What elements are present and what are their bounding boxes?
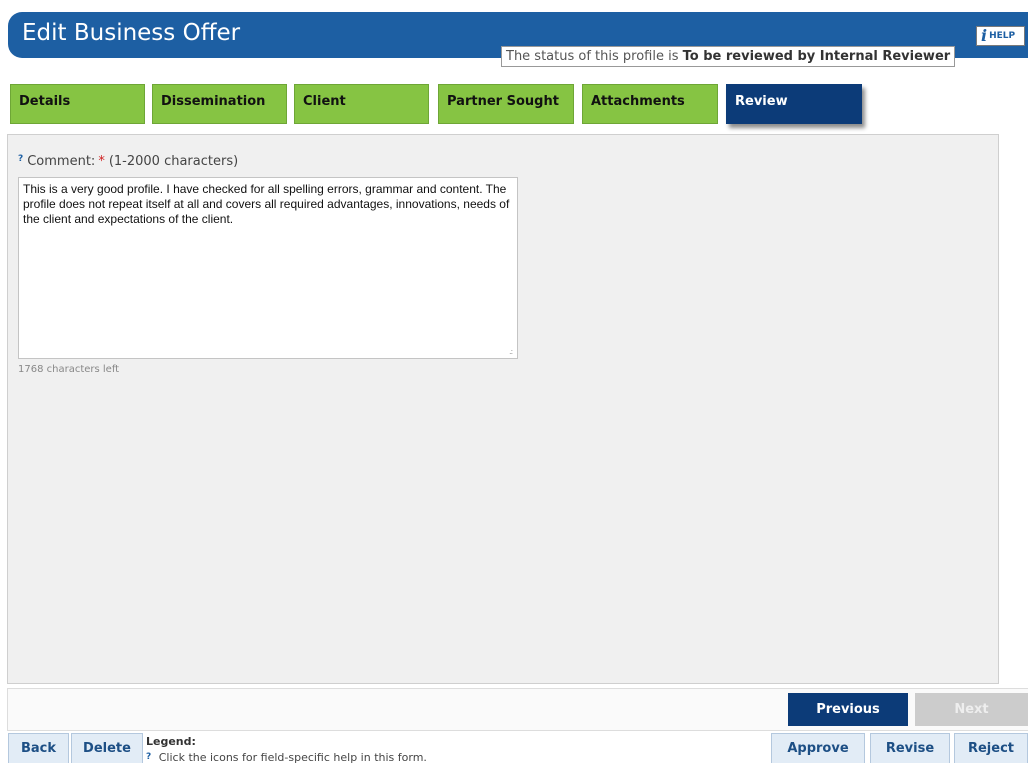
profile-status: The status of this profile is To be revi… — [501, 46, 956, 67]
help-button[interactable]: i HELP — [976, 26, 1025, 46]
tab-details[interactable]: Details — [10, 84, 145, 124]
back-button[interactable]: Back — [8, 733, 69, 763]
legend-question-icon: ? — [146, 752, 152, 762]
resize-grip-icon[interactable]: .: — [509, 347, 513, 356]
review-panel: ? Comment: * (1-2000 characters) This is… — [7, 134, 999, 684]
tab-review[interactable]: Review — [726, 84, 862, 124]
tab-dissemination[interactable]: Dissemination — [152, 84, 287, 124]
revise-button[interactable]: Revise — [870, 733, 950, 763]
characters-left-counter: 1768 characters left — [18, 364, 120, 375]
comment-label: Comment: — [27, 154, 96, 169]
page-title: Edit Business Offer — [22, 20, 241, 46]
status-prefix: The status of this profile is — [506, 49, 683, 64]
help-question-icon[interactable]: ? — [18, 154, 23, 164]
char-range-hint: (1-2000 characters) — [108, 154, 239, 169]
help-label: HELP — [989, 31, 1016, 41]
status-value: To be reviewed by Internal Reviewer — [682, 49, 951, 64]
tab-attachments[interactable]: Attachments — [582, 84, 718, 124]
next-button[interactable]: Next — [915, 693, 1028, 726]
tab-partner-sought[interactable]: Partner Sought — [438, 84, 574, 124]
comment-textarea[interactable]: This is a very good profile. I have chec… — [18, 177, 518, 359]
required-marker: * — [98, 154, 105, 169]
legend-title: Legend: — [146, 735, 196, 748]
delete-button[interactable]: Delete — [71, 733, 143, 763]
comment-label-row: ? Comment: * (1-2000 characters) — [18, 154, 239, 170]
reject-button[interactable]: Reject — [954, 733, 1028, 763]
approve-button[interactable]: Approve — [771, 733, 865, 763]
info-icon: i — [981, 26, 988, 45]
legend-text: Click the icons for field-specific help … — [158, 751, 427, 764]
previous-button[interactable]: Previous — [788, 693, 908, 726]
legend-text-row: ? Click the icons for field-specific hel… — [146, 751, 427, 764]
tab-client[interactable]: Client — [294, 84, 429, 124]
